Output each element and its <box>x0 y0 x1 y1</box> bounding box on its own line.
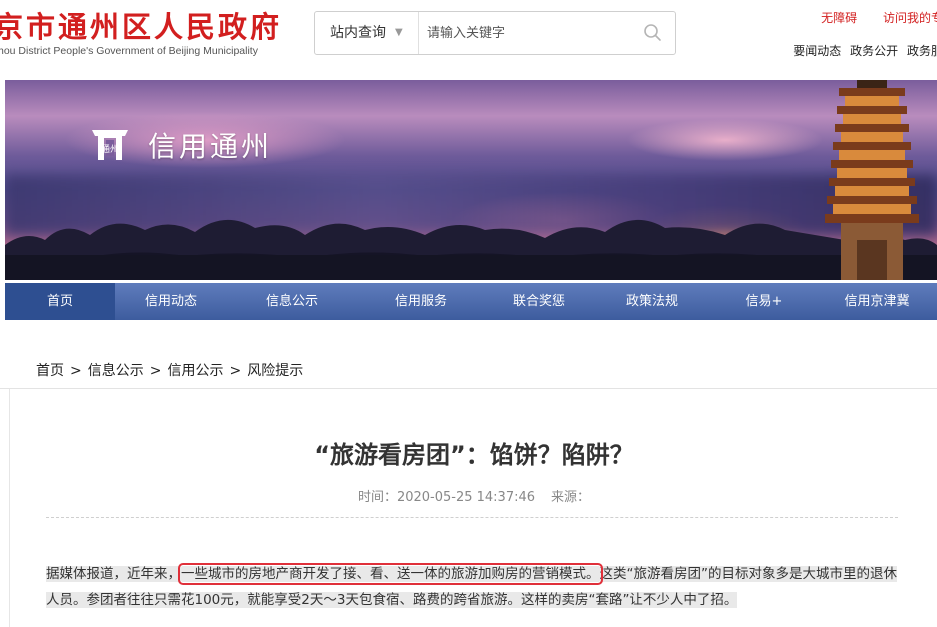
nav-item-xinyi[interactable]: 信易+ <box>711 283 817 320</box>
site-title[interactable]: 京市通州区人民政府 <box>0 4 282 46</box>
main-nav: 首页 信用动态 信息公示 信用服务 联合奖惩 政策法规 信易+ 信用京津冀 <box>5 283 937 320</box>
search-box: 站内查询 ▼ <box>314 11 676 55</box>
breadcrumb-risk-alert[interactable]: 风险提示 <box>247 363 303 379</box>
breadcrumb-credit-publicity[interactable]: 信用公示 <box>167 363 223 379</box>
top-links: 无障碍 访问我的专 <box>799 9 937 26</box>
search-button[interactable] <box>640 20 666 46</box>
search-input[interactable] <box>427 22 627 44</box>
article-title: “旅游看房团”：馅饼？陷阱？ <box>314 441 634 469</box>
breadcrumb-separator: > <box>229 363 242 379</box>
site-subtitle: hou District People's Government of Beij… <box>0 45 258 57</box>
meta-source-label: 来源： <box>551 490 591 505</box>
article-meta: 时间：2020-05-25 14:37:46 来源： <box>10 486 937 505</box>
breadcrumb-info-publicity[interactable]: 信息公示 <box>88 363 144 379</box>
top-nav-gov-open[interactable]: 政务公开 <box>850 44 898 58</box>
site-header: 京市通州区人民政府 hou District People's Governme… <box>0 0 937 78</box>
article: “旅游看房团”：馅饼？陷阱？ 时间：2020-05-25 14:37:46 来源：… <box>9 389 937 627</box>
pagoda-image <box>825 80 919 280</box>
nav-item-policy[interactable]: 政策法规 <box>593 283 711 320</box>
nav-item-credit-news[interactable]: 信用动态 <box>115 283 227 320</box>
top-nav-gov-service[interactable]: 政务服 <box>907 44 937 58</box>
top-nav: 要闻动态 政务公开 政务服 <box>788 42 937 59</box>
paragraph-text-part1: 据媒体报道，近年来， <box>46 566 181 582</box>
accessibility-link[interactable]: 无障碍 <box>821 11 857 25</box>
search-scope-select[interactable]: 站内查询 ▼ <box>315 12 419 54</box>
meta-time-label: 时间： <box>357 490 397 505</box>
search-icon <box>644 24 661 41</box>
banner-ground <box>5 255 937 280</box>
meta-time-value: 2020-05-25 14:37:46 <box>396 490 536 505</box>
search-scope-label: 站内查询 <box>330 25 386 41</box>
nav-item-joint-rewards[interactable]: 联合奖惩 <box>485 283 593 320</box>
breadcrumb-separator: > <box>70 363 82 379</box>
page: 京市通州区人民政府 hou District People's Governme… <box>0 0 937 627</box>
breadcrumb: 首页 > 信息公示 > 信用公示 > 风险提示 <box>36 360 303 380</box>
visit-my-link[interactable]: 访问我的专 <box>883 11 937 25</box>
breadcrumb-home[interactable]: 首页 <box>36 363 64 379</box>
article-divider <box>46 517 898 518</box>
banner-logo-text: 通州 <box>101 144 119 155</box>
nav-item-credit-service[interactable]: 信用服务 <box>357 283 485 320</box>
tongzhou-seal-icon: 通州 <box>92 130 128 160</box>
article-paragraph: 据媒体报道，近年来，一些城市的房地产商开发了接、看、送一体的旅游加购房的营销模式… <box>46 561 906 613</box>
highlighted-sentence: 一些城市的房地产商开发了接、看、送一体的旅游加购房的营销模式。 <box>178 563 603 585</box>
nav-item-info-publicity[interactable]: 信息公示 <box>227 283 357 320</box>
nav-item-home[interactable]: 首页 <box>5 283 115 320</box>
breadcrumb-separator: > <box>149 363 162 379</box>
top-nav-news[interactable]: 要闻动态 <box>793 44 841 58</box>
banner-title: 信用通州 <box>148 130 273 163</box>
triangle-down-icon: ▼ <box>395 27 403 38</box>
nav-item-jingjinji[interactable]: 信用京津冀 <box>817 283 937 320</box>
